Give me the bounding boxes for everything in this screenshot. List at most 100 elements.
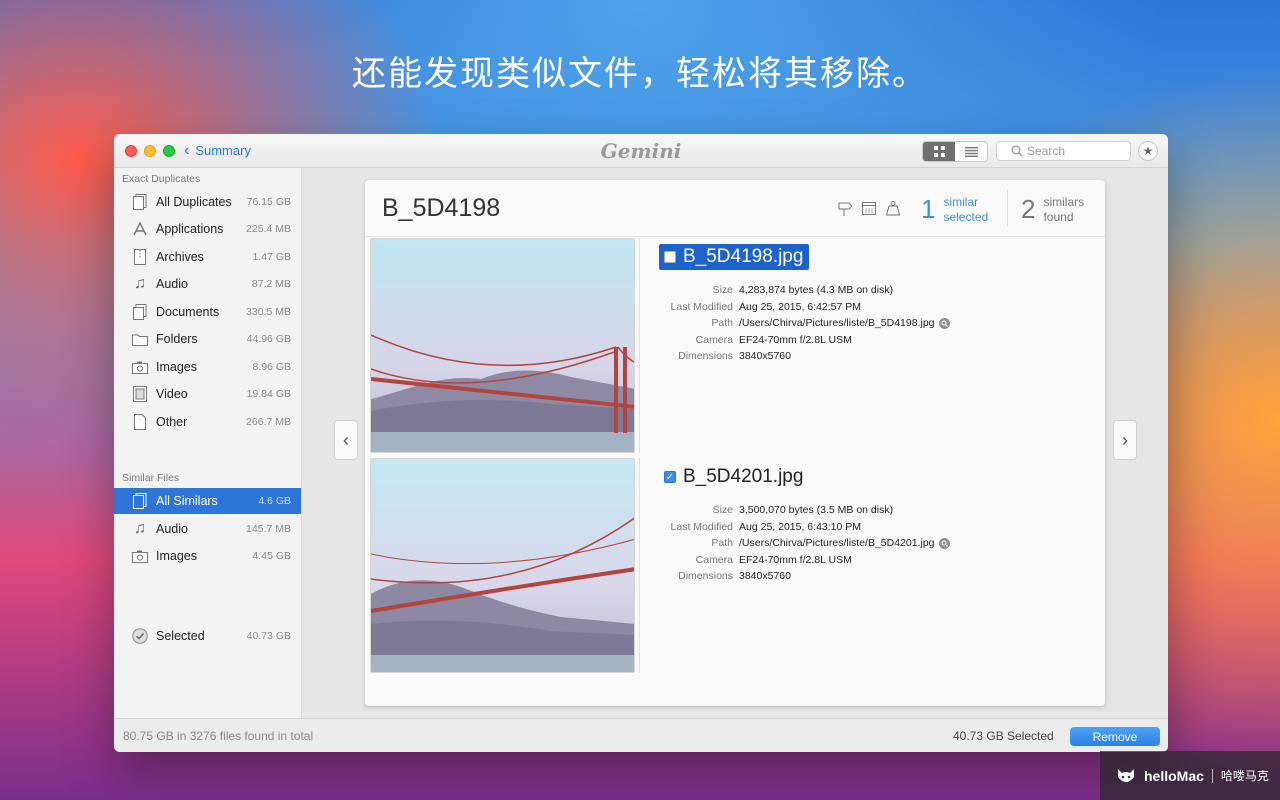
sidebar-item-archives[interactable]: Archives 1.47 GB [114,244,301,270]
meta-key: Size [712,284,733,297]
app-window: ‹ Summary Gemini Search ★ Exact Duplicat… [114,134,1168,752]
found-count-label-line2: found [1043,209,1074,224]
photo-thumbnail[interactable] [370,238,635,453]
hellomac-watermark: helloMac 哈喽马克 [1100,751,1280,800]
minimize-window-button[interactable] [144,145,156,157]
photo-thumbnail[interactable] [370,458,635,673]
meta-value-size: 3,500,070 bytes (3.5 MB on disk) [739,504,894,517]
sidebar-item-size: 225.4 MB [246,223,291,235]
sidebar-item-documents[interactable]: Documents 330.5 MB [114,299,301,325]
hellomac-logo-icon [1118,768,1134,782]
sidebar-item-all-similars[interactable]: All Similars 4.6 GB [114,488,301,514]
sidebar-item-other[interactable]: Other 266.7 MB [114,409,301,435]
meta-key: Last Modified [670,300,733,313]
sidebar-item-size: 44.96 GB [246,333,291,345]
meta-value-path-row: /Users/Chirva/Pictures/liste/B_5D4198.jp… [739,317,950,329]
search-input[interactable]: Search [996,141,1131,161]
meta-key: Dimensions [678,350,733,363]
sidebar-item-label: Images [156,549,197,563]
meta-value-path-row: /Users/Chirva/Pictures/liste/B_5D4201.jp… [739,537,950,549]
sidebar-item-images[interactable]: Images 8.96 GB [114,354,301,380]
back-to-summary-link[interactable]: ‹ Summary [184,141,251,159]
search-placeholder: Search [1027,144,1066,158]
all-similars-icon [130,493,150,509]
calendar-icon[interactable] [861,200,877,216]
weight-icon[interactable] [885,200,901,216]
headline-caption: 还能发现类似文件，轻松将其移除。 [352,54,928,94]
grid-view-button[interactable] [923,142,955,161]
sidebar-item-label: All Similars [156,494,218,508]
reveal-in-finder-icon[interactable] [938,537,950,549]
sidebar-item-label: All Duplicates [156,195,232,209]
reveal-in-finder-icon[interactable] [938,317,950,329]
sidebar-item-label: Archives [156,250,204,264]
grid-icon [933,146,945,157]
sidebar-item-applications[interactable]: Applications 225.4 MB [114,216,301,242]
file-checkbox-checked[interactable]: ✓ [664,471,676,483]
audio-icon: ♫ [134,520,146,537]
previous-group-button[interactable]: ‹ [334,420,358,460]
file-name-selected[interactable]: B_5D4198.jpg [659,244,810,270]
images-icon [130,361,150,374]
group-title: B_5D4198 [382,194,501,222]
sidebar-item-similar-audio[interactable]: ♫ Audio 145.7 MB [114,516,301,542]
sidebar-item-size: 76.15 GB [246,196,291,208]
sidebar-item-label: Video [156,387,188,401]
sidebar-item-label: Audio [156,522,188,536]
signpost-icon[interactable] [837,200,853,216]
found-count-label: similars found [1043,195,1084,225]
file-name-row[interactable]: ✓ B_5D4201.jpg [659,464,809,490]
file-entry: ✓ B_5D4201.jpg Size 3,500,070 bytes (3.5 … [659,464,950,582]
applications-icon [130,221,150,237]
sidebar-item-size: 330.5 MB [246,306,291,318]
sidebar-item-similar-images[interactable]: Images 4.45 GB [114,543,301,569]
selected-count-number: 1 [921,194,936,224]
sidebar-item-selected[interactable]: Selected 40.73 GB [114,623,301,649]
bottom-bar: 80.75 GB in 3276 files found in total 40… [114,718,1168,752]
selected-count-label: similar selected [943,195,988,225]
meta-value-dimensions: 3840x5760 [739,570,791,583]
similar-files-title: Similar Files [122,472,180,484]
meta-value-size: 4,283,874 bytes (4.3 MB on disk) [739,284,894,297]
chevron-right-icon: › [1122,429,1128,450]
sidebar-item-label: Other [156,415,188,429]
selected-icon [130,628,150,644]
meta-value-modified: Aug 25, 2015, 6:42:57 PM [739,300,862,313]
meta-value-path: /Users/Chirva/Pictures/liste/B_5D4198.jp… [739,317,935,330]
sidebar-item-size: 4.45 GB [252,550,291,562]
file-metadata: Size 4,283,874 bytes (4.3 MB on disk) Las… [659,282,950,365]
meta-key: Size [712,504,733,517]
sidebar-item-folders[interactable]: Folders 44.96 GB [114,326,301,352]
documents-icon [130,304,150,320]
next-group-button[interactable]: › [1113,420,1137,460]
sidebar-item-label: Audio [156,277,188,291]
chevron-left-icon: ‹ [184,141,190,159]
header-actions [837,200,901,216]
card-header-divider [365,236,1105,237]
meta-value-camera: EF24-70mm f/2.8L USM [739,333,852,346]
meta-key: Camera [695,553,733,566]
list-view-button[interactable] [955,142,987,161]
found-count-number: 2 [1021,194,1036,224]
remove-button[interactable]: Remove [1070,727,1160,746]
video-icon [130,386,150,402]
file-metadata: Size 3,500,070 bytes (3.5 MB on disk) Las… [659,502,950,585]
favorite-button[interactable]: ★ [1138,141,1158,161]
total-found-summary: 80.75 GB in 3276 files found in total [123,729,314,743]
file-checkbox[interactable] [664,251,676,263]
chevron-left-icon: ‹ [343,429,349,450]
sidebar-item-label: Images [156,360,197,374]
content-area: ‹ › B_5D4198 1 similar selected 2 simila… [303,168,1168,718]
sidebar: Exact Duplicates All Duplicates 76.15 GB… [114,168,302,718]
sidebar-item-audio[interactable]: ♫ Audio 87.2 MB [114,271,301,297]
meta-key: Path [711,537,733,550]
sidebar-item-video[interactable]: Video 19.84 GB [114,381,301,407]
sidebar-item-all-duplicates[interactable]: All Duplicates 76.15 GB [114,189,301,215]
titlebar: ‹ Summary Gemini Search ★ [114,134,1168,168]
sidebar-item-size: 19.84 GB [246,388,291,400]
sidebar-item-size: 8.96 GB [252,361,291,373]
meta-key: Dimensions [678,570,733,583]
zoom-window-button[interactable] [163,145,175,157]
similar-selected-count: 1 similar selected [921,194,988,225]
close-window-button[interactable] [125,145,137,157]
